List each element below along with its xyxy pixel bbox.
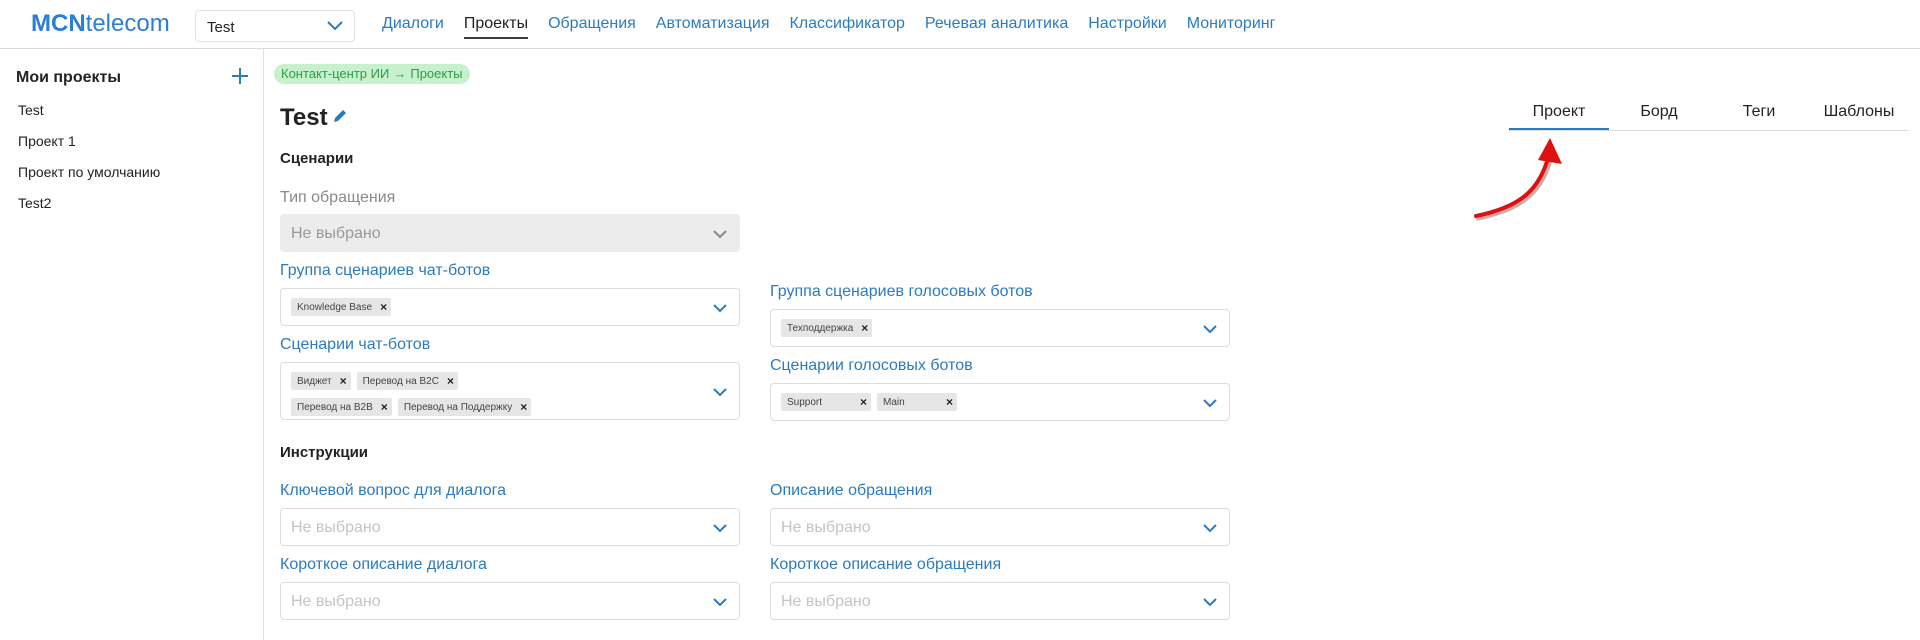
remove-chip-icon[interactable]: ×: [381, 401, 388, 413]
voicebot-group-label: Группа сценариев голосовых ботов: [770, 283, 1033, 300]
nav-automation[interactable]: Автоматизация: [656, 15, 770, 39]
tab-templates[interactable]: Шаблоны: [1809, 99, 1909, 130]
chip-list: Техподдержка ×: [781, 319, 1189, 345]
short-dialog-description-select[interactable]: Не выбрано: [280, 582, 740, 620]
nav-dialogs[interactable]: Диалоги: [382, 15, 444, 39]
nav-projects[interactable]: Проекты: [463, 15, 529, 39]
voicebot-group-select[interactable]: Техподдержка ×: [770, 309, 1230, 347]
sidebar: Мои проекты Test Проект 1 Проект по умол…: [0, 49, 264, 640]
chevron-down-icon: [713, 388, 727, 397]
chip: Support ×: [781, 393, 871, 411]
tab-board[interactable]: Борд: [1609, 99, 1709, 130]
chatbot-group-label: Группа сценариев чат-ботов: [280, 262, 491, 279]
chatbot-group-select[interactable]: Knowledge Base ×: [280, 288, 740, 326]
appeal-description-select[interactable]: Не выбрано: [770, 508, 1230, 546]
chip: Перевод на B2C ×: [356, 372, 458, 390]
main-nav: Диалоги Проекты Обращения Автоматизация …: [382, 15, 1295, 39]
add-project-icon[interactable]: [229, 65, 251, 87]
short-appeal-description-select[interactable]: Не выбрано: [770, 582, 1230, 620]
sidebar-item-test[interactable]: Test: [18, 101, 160, 132]
appeal-description-label: Описание обращения: [770, 482, 933, 499]
appeal-type-placeholder: Не выбрано: [291, 225, 381, 242]
breadcrumb-projects[interactable]: Проекты: [410, 66, 462, 81]
remove-chip-icon[interactable]: ×: [447, 375, 454, 387]
chatbot-scenarios-label: Сценарии чат-ботов: [280, 336, 431, 353]
chip: Main ×: [877, 393, 957, 411]
tab-tags[interactable]: Теги: [1709, 99, 1809, 130]
short-appeal-description-placeholder: Не выбрано: [781, 593, 871, 610]
remove-chip-icon[interactable]: ×: [946, 396, 953, 408]
chip-list: Knowledge Base ×: [291, 298, 699, 324]
nav-speech-analytics[interactable]: Речевая аналитика: [925, 15, 1068, 39]
sidebar-title: Мои проекты: [16, 69, 121, 86]
project-select[interactable]: Test: [195, 10, 355, 42]
short-dialog-description-label: Короткое описание диалога: [280, 556, 487, 573]
project-tabs: Проект Борд Теги Шаблоны: [1509, 99, 1909, 131]
page-title: Test: [280, 104, 328, 131]
chip: Виджет ×: [291, 372, 351, 390]
chip-list: Виджет × Перевод на B2C × Перевод на B2B × …: [291, 372, 699, 424]
annotation-arrow-icon: [1474, 138, 1562, 221]
voicebot-scenarios-label: Сценарии голосовых ботов: [770, 357, 973, 374]
remove-chip-icon[interactable]: ×: [860, 396, 867, 408]
appeal-description-placeholder: Не выбрано: [781, 519, 871, 536]
scenarios-section-title: Сценарии: [280, 150, 354, 167]
chip: Перевод на Поддержку ×: [397, 398, 532, 416]
chip: Перевод на B2B ×: [291, 398, 392, 416]
chatbot-scenarios-select[interactable]: Виджет × Перевод на B2C × Перевод на B2B × …: [280, 362, 740, 420]
sidebar-item-test2[interactable]: Test2: [18, 194, 160, 225]
breadcrumb-arrow-icon: →: [393, 66, 407, 81]
nav-settings[interactable]: Настройки: [1088, 15, 1166, 39]
logo[interactable]: MCNtelecom: [31, 10, 170, 38]
chevron-down-icon: [713, 598, 727, 607]
voicebot-scenarios-select[interactable]: Support × Main ×: [770, 383, 1230, 421]
appeal-type-label: Тип обращения: [280, 189, 396, 206]
chip: Техподдержка ×: [781, 319, 873, 337]
pencil-icon[interactable]: [332, 108, 348, 124]
key-question-placeholder: Не выбрано: [291, 519, 381, 536]
top-bar: MCNtelecom Test Диалоги Проекты Обращени…: [0, 0, 1920, 49]
project-list: Test Проект 1 Проект по умолчанию Test2: [18, 101, 160, 225]
chevron-down-icon: [713, 304, 727, 313]
sidebar-item-project-1[interactable]: Проект 1: [18, 132, 160, 163]
chevron-down-icon: [1203, 399, 1217, 408]
chevron-down-icon: [1203, 524, 1217, 533]
project-select-value: Test: [207, 19, 235, 36]
sidebar-item-default-project[interactable]: Проект по умолчанию: [18, 163, 160, 194]
tab-project[interactable]: Проект: [1509, 99, 1609, 130]
key-question-label: Ключевой вопрос для диалога: [280, 482, 507, 499]
nav-classifier[interactable]: Классификатор: [789, 15, 904, 39]
remove-chip-icon[interactable]: ×: [380, 301, 387, 313]
breadcrumb: Контакт-центр ИИ → Проекты: [274, 64, 470, 84]
chevron-down-icon: [327, 21, 343, 31]
remove-chip-icon[interactable]: ×: [861, 322, 868, 334]
short-appeal-description-label: Короткое описание обращения: [770, 556, 1002, 573]
key-question-select[interactable]: Не выбрано: [280, 508, 740, 546]
chevron-down-icon: [1203, 325, 1217, 334]
remove-chip-icon[interactable]: ×: [520, 401, 527, 413]
instructions-section-title: Инструкции: [280, 444, 369, 461]
short-dialog-description-placeholder: Не выбрано: [291, 593, 381, 610]
chevron-down-icon: [713, 524, 727, 533]
appeal-type-select: Не выбрано: [280, 214, 740, 252]
chip-list: Support × Main ×: [781, 393, 1189, 419]
chevron-down-icon: [1203, 598, 1217, 607]
remove-chip-icon[interactable]: ×: [340, 375, 347, 387]
chevron-down-icon: [713, 230, 727, 239]
breadcrumb-contact-center[interactable]: Контакт-центр ИИ: [281, 66, 389, 81]
nav-monitoring[interactable]: Мониторинг: [1187, 15, 1276, 39]
chip: Knowledge Base ×: [291, 298, 392, 316]
nav-appeals[interactable]: Обращения: [548, 15, 636, 39]
